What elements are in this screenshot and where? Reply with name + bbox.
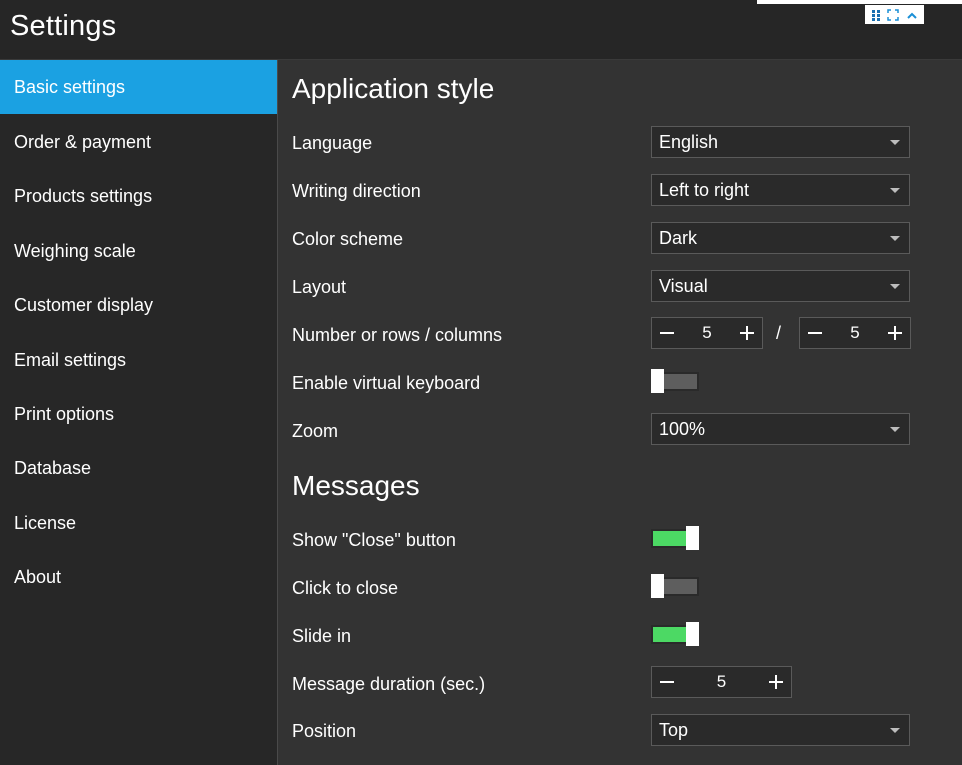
window-tools xyxy=(865,5,924,24)
minus-icon xyxy=(808,332,822,334)
window-title: Settings xyxy=(10,10,117,42)
color-scheme-label: Color scheme xyxy=(292,229,404,249)
toggle-knob xyxy=(651,369,664,393)
message-duration-label: Message duration (sec.) xyxy=(292,674,486,694)
section-title-messages: Messages xyxy=(292,470,420,501)
rows-columns-separator: / xyxy=(776,323,782,343)
sidebar: Basic settings Order & payment Products … xyxy=(0,60,278,765)
duration-decrement-button[interactable] xyxy=(652,667,682,697)
color-scheme-dropdown[interactable]: Dark xyxy=(651,222,910,254)
virtual-keyboard-label: Enable virtual keyboard xyxy=(292,373,481,393)
top-strip xyxy=(757,0,962,4)
section-title-application-style: Application style xyxy=(292,73,495,104)
columns-increment-button[interactable] xyxy=(880,318,910,348)
zoom-value: 100% xyxy=(659,419,706,439)
caret-down-icon xyxy=(890,284,900,289)
show-close-button-toggle[interactable] xyxy=(651,526,699,550)
writing-direction-value: Left to right xyxy=(659,180,750,200)
plus-icon xyxy=(888,326,902,340)
layout-dropdown[interactable]: Visual xyxy=(651,270,910,302)
sidebar-item-products-settings[interactable]: Products settings xyxy=(0,169,277,223)
slide-in-label: Slide in xyxy=(292,626,352,646)
sidebar-item-customer-display[interactable]: Customer display xyxy=(0,278,277,332)
rows-decrement-button[interactable] xyxy=(652,318,682,348)
color-scheme-value: Dark xyxy=(659,228,698,248)
virtual-keyboard-toggle[interactable] xyxy=(651,369,699,393)
columns-stepper: 5 xyxy=(799,317,911,349)
minus-icon xyxy=(660,332,674,334)
sidebar-item-basic-settings[interactable]: Basic settings xyxy=(0,60,277,114)
sidebar-item-email-settings[interactable]: Email settings xyxy=(0,333,277,387)
click-to-close-label: Click to close xyxy=(292,578,399,598)
sidebar-item-print-options[interactable]: Print options xyxy=(0,387,277,441)
toggle-knob xyxy=(686,622,699,646)
sidebar-item-database[interactable]: Database xyxy=(0,441,277,495)
layout-value: Visual xyxy=(659,276,708,296)
language-dropdown[interactable]: English xyxy=(651,126,910,158)
minus-icon xyxy=(660,681,674,683)
caret-down-icon xyxy=(890,140,900,145)
rows-value[interactable]: 5 xyxy=(682,323,732,343)
fullscreen-icon[interactable] xyxy=(887,8,900,21)
toggle-knob xyxy=(651,574,664,598)
rows-stepper: 5 xyxy=(651,317,763,349)
drag-handle-icon[interactable] xyxy=(871,9,881,21)
zoom-label: Zoom xyxy=(292,421,339,441)
caret-down-icon xyxy=(890,236,900,241)
caret-down-icon xyxy=(890,188,900,193)
language-value: English xyxy=(659,132,719,152)
plus-icon xyxy=(769,675,783,689)
duration-value[interactable]: 5 xyxy=(682,672,761,692)
writing-direction-label: Writing direction xyxy=(292,181,421,201)
layout-label: Layout xyxy=(292,277,347,297)
columns-value[interactable]: 5 xyxy=(830,323,880,343)
rows-increment-button[interactable] xyxy=(732,318,762,348)
toggle-knob xyxy=(686,526,699,550)
position-dropdown[interactable]: Top xyxy=(651,714,910,746)
caret-down-icon xyxy=(890,728,900,733)
duration-increment-button[interactable] xyxy=(761,667,791,697)
position-value: Top xyxy=(659,720,689,740)
rows-columns-label: Number or rows / columns xyxy=(292,325,503,345)
slide-in-toggle[interactable] xyxy=(651,622,699,646)
sidebar-item-weighing-scale[interactable]: Weighing scale xyxy=(0,224,277,278)
chevron-up-icon[interactable] xyxy=(906,10,918,20)
message-duration-stepper: 5 xyxy=(651,666,792,698)
show-close-button-label: Show "Close" button xyxy=(292,530,456,550)
plus-icon xyxy=(740,326,754,340)
sidebar-item-order-payment[interactable]: Order & payment xyxy=(0,115,277,169)
click-to-close-toggle[interactable] xyxy=(651,574,699,598)
language-label: Language xyxy=(292,133,373,153)
sidebar-item-license[interactable]: License xyxy=(0,496,277,550)
caret-down-icon xyxy=(890,427,900,432)
columns-decrement-button[interactable] xyxy=(800,318,830,348)
title-bar: Settings xyxy=(0,0,962,60)
sidebar-item-about[interactable]: About xyxy=(0,550,277,604)
zoom-dropdown[interactable]: 100% xyxy=(651,413,910,445)
writing-direction-dropdown[interactable]: Left to right xyxy=(651,174,910,206)
settings-content: Application style Language English Writi… xyxy=(278,60,962,765)
position-label: Position xyxy=(292,721,357,741)
